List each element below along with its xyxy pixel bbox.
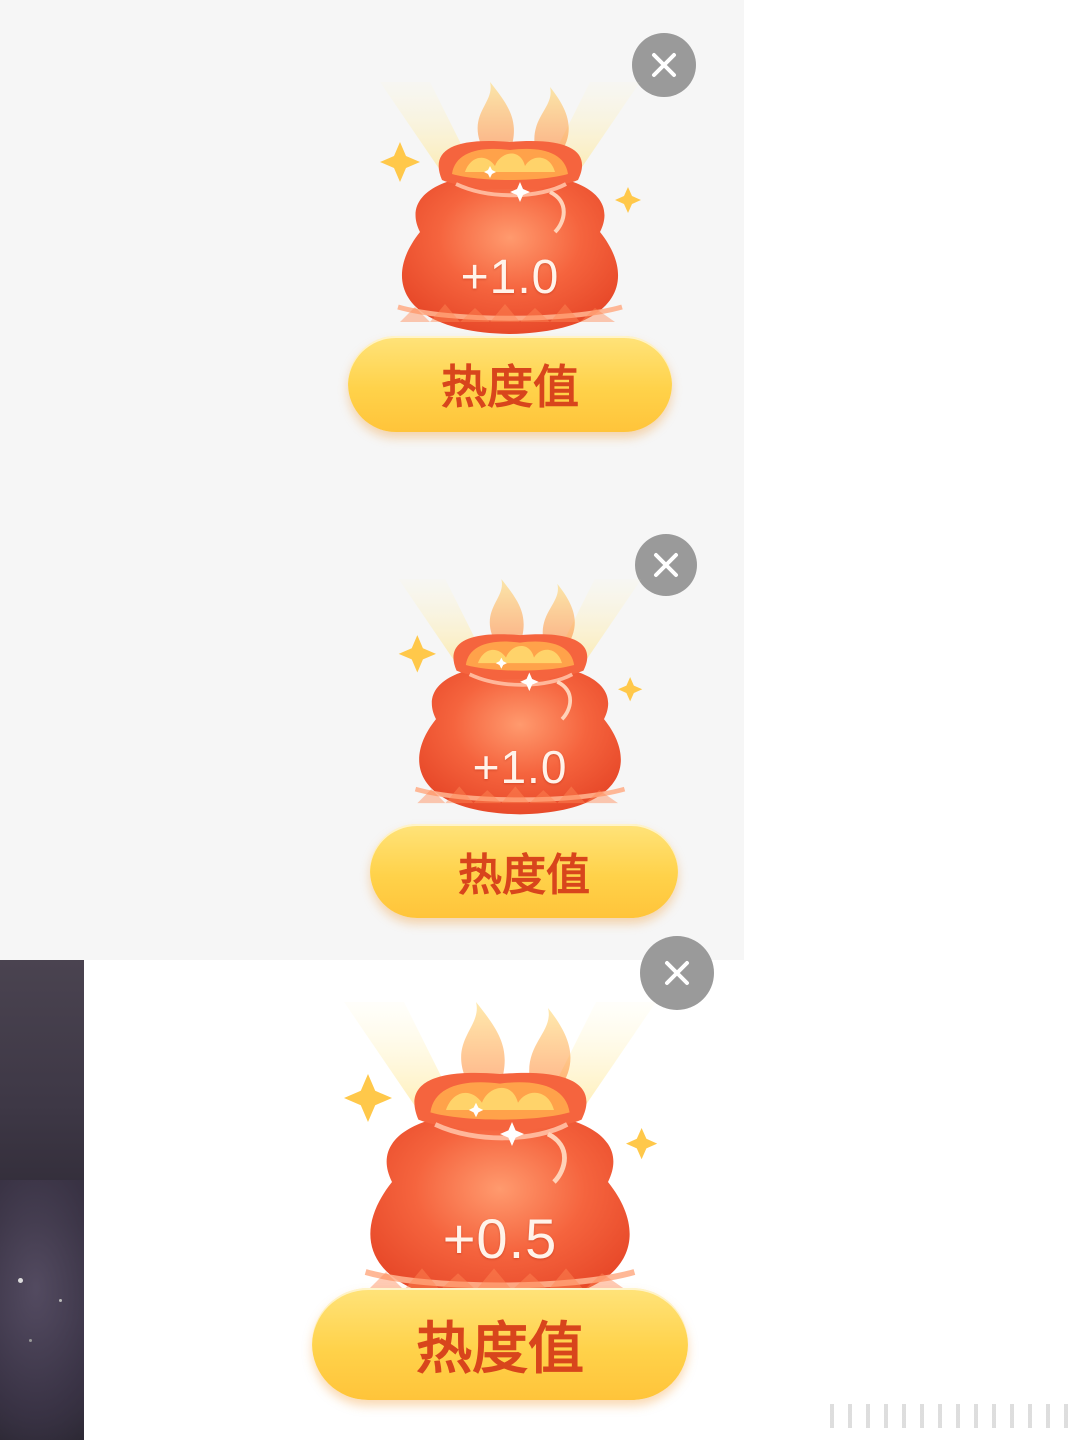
reward-card-2: +1.0 热度值	[0, 478, 744, 960]
background-photo	[0, 960, 84, 1440]
reward-card-3: +0.5 热度值	[0, 936, 1080, 1440]
reward-value: +1.0	[472, 741, 568, 793]
reward-card-1: +1.0 热度值	[0, 0, 744, 478]
heat-value-button[interactable]: 热度值	[370, 824, 678, 918]
heat-value-button[interactable]: 热度值	[348, 336, 672, 432]
close-button[interactable]	[640, 936, 714, 1010]
reward-value: +0.5	[442, 1207, 558, 1270]
heat-value-button[interactable]: 热度值	[312, 1288, 688, 1400]
close-icon	[665, 961, 689, 985]
watermark	[830, 1404, 1080, 1428]
lucky-bag-icon: +0.5	[320, 1002, 680, 1314]
close-icon	[652, 53, 676, 77]
lucky-bag-icon: +1.0	[360, 82, 660, 342]
lucky-bag-icon: +1.0	[380, 578, 660, 823]
reward-value: +1.0	[460, 251, 560, 304]
